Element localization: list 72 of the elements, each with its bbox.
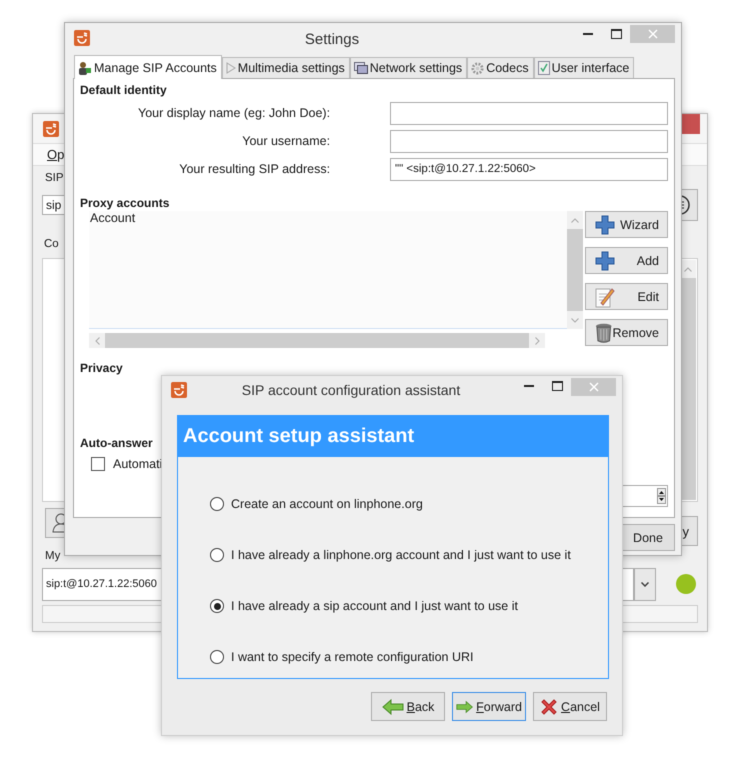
app-icon [43, 121, 59, 137]
tab[interactable]: Manage SIP Accounts [74, 55, 222, 79]
field-label: My [44, 550, 60, 564]
left-arrow-icon [382, 698, 404, 714]
nav-button[interactable]: Back [371, 692, 445, 721]
plus-icon [595, 214, 615, 234]
field-label: SIP [44, 172, 64, 186]
menu-item[interactable]: Op [47, 146, 64, 162]
account-button[interactable]: Wizard [585, 211, 668, 238]
input-field[interactable] [390, 130, 668, 152]
vertical-scrollbar[interactable] [567, 211, 583, 329]
minimize-icon [583, 33, 593, 35]
close-icon [648, 29, 658, 39]
left-chevron-icon [94, 336, 100, 344]
account-button[interactable]: Remove [585, 319, 668, 346]
pencil-note-icon [595, 286, 615, 308]
radio-button[interactable] [210, 548, 224, 562]
trash-icon [595, 322, 612, 342]
tab[interactable]: Network settings [350, 57, 468, 78]
account-button[interactable]: Add [585, 247, 668, 274]
app-icon [74, 30, 90, 46]
close-icon [588, 382, 598, 392]
minimize-icon [524, 385, 534, 387]
nav-button[interactable]: Forward [452, 692, 526, 721]
checkbox-label: Automati [113, 457, 162, 471]
menu-icon [680, 195, 690, 215]
checkbox[interactable] [91, 457, 105, 471]
horizontal-scrollbar[interactable] [89, 333, 545, 348]
cross-icon [540, 698, 558, 716]
input-field[interactable] [390, 102, 668, 124]
radio-button[interactable] [210, 497, 224, 511]
field-label: Your username: [241, 134, 330, 148]
field-label: Your display name (eg: John Doe): [137, 106, 330, 120]
right-chevron-icon [534, 336, 540, 344]
nav-button[interactable]: Cancel [533, 692, 607, 721]
caret-icon [641, 582, 649, 586]
maximize-icon [552, 381, 562, 391]
network-icon [354, 62, 368, 74]
radio-option[interactable]: I want to specify a remote configuration URI [210, 647, 608, 667]
section-label: Co [43, 238, 59, 252]
spin-arrows-icon [657, 488, 666, 504]
tab[interactable]: Multimedia settings [222, 57, 350, 78]
section-heading: Privacy [80, 361, 123, 376]
tab[interactable]: Codecs [467, 57, 534, 78]
account-button[interactable]: Edit [585, 283, 668, 310]
assistant-header: Account setup assistant [177, 415, 609, 457]
radio-option[interactable]: I have already a sip account and I just want to use it [210, 596, 608, 616]
window-title: SIP account configuration assistant [240, 382, 462, 398]
plus-icon [595, 250, 615, 270]
section-heading: Default identity [80, 83, 167, 98]
input-field[interactable]: "" <sip:t@10.27.1.22:5060> [390, 158, 668, 180]
up-chevron-icon [571, 218, 579, 222]
radio-button[interactable] [210, 650, 224, 664]
app-icon [171, 382, 187, 398]
gear-icon [471, 62, 484, 74]
field-label: Your resulting SIP address: [178, 162, 330, 176]
radio-button[interactable] [210, 599, 224, 613]
radio-option[interactable]: I have already a linphone.org account and I just want to use it [210, 545, 608, 565]
section-heading: Proxy accounts [80, 196, 170, 211]
tab[interactable]: User interface [534, 57, 634, 78]
number-field[interactable] [621, 485, 668, 507]
column-header[interactable]: Account [90, 211, 136, 225]
done-button[interactable]: Done [621, 524, 675, 551]
maximize-icon [610, 29, 622, 39]
up-chevron-icon [684, 266, 692, 272]
status-dot [676, 574, 696, 594]
section-heading: Auto-answer [80, 436, 153, 451]
down-chevron-icon [571, 318, 579, 322]
window-title: Settings [304, 31, 360, 48]
right-arrow-icon [456, 698, 474, 714]
play-icon [226, 62, 236, 74]
radio-option[interactable]: Create an account on linphone.org [210, 494, 608, 514]
